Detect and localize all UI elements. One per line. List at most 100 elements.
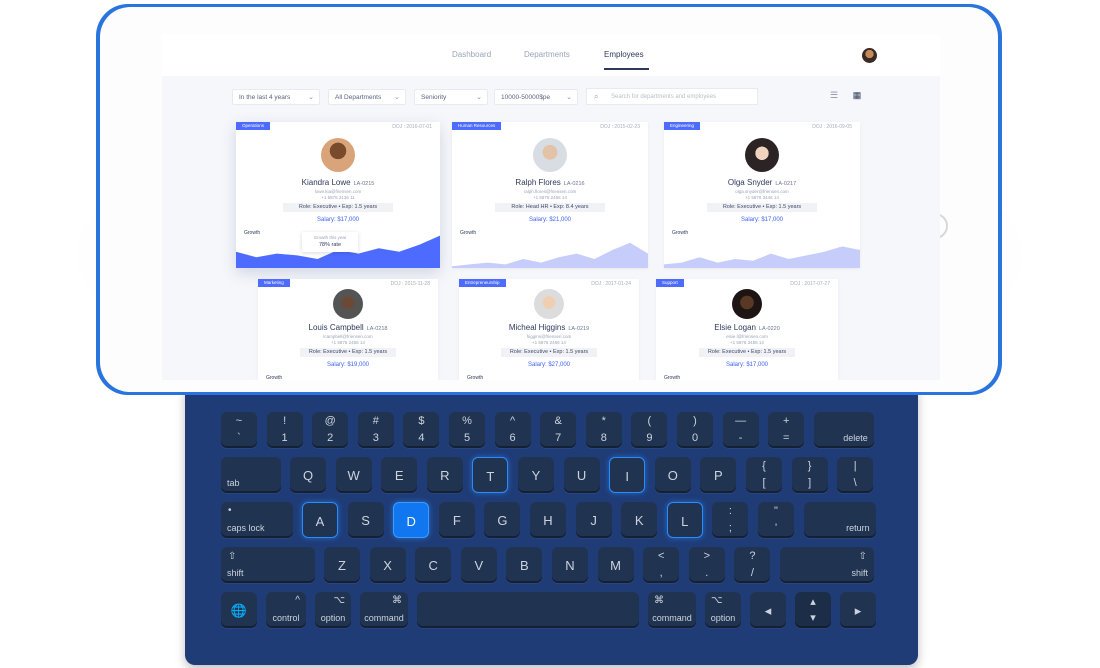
nav-departments[interactable]: Departments [524,50,570,59]
period-filter[interactable]: In the last 4 years ⌄ [232,89,320,105]
key-4[interactable]: $4 [403,412,440,448]
employee-phone: +1 5876 2456 14 [533,195,567,200]
seniority-filter[interactable]: Seniority ⌄ [414,89,488,105]
employee-card[interactable]: Entrepreneurship DOJ : 2017-01-24 Micheal … [459,279,639,380]
employee-photo [533,138,567,172]
key-b[interactable]: B [506,547,543,583]
search-input[interactable]: ⌕ Search for departments and employees [586,88,758,105]
key-punct[interactable]: :; [712,502,749,538]
key-g[interactable]: G [484,502,521,538]
key-3[interactable]: #3 [357,412,394,448]
key-1[interactable]: ! 1 [266,412,303,448]
key-char: U [576,468,587,483]
key-j[interactable]: J [575,502,612,538]
employee-role: Role: Executive • Exp: 1.5 years [300,348,396,357]
key-9[interactable]: (9 [631,412,668,448]
key-punct[interactable]: " ' [758,502,794,538]
key-punct[interactable]: ? / [734,547,771,583]
control-key[interactable]: ^ control [266,592,306,628]
key-d[interactable]: D [393,502,430,538]
arrow-updown-key[interactable]: ▴ ▾ [795,592,831,628]
globe-key[interactable]: 🌐 [221,592,257,628]
list-view-icon[interactable]: ☰ [827,88,841,102]
key-x[interactable]: X [369,547,406,583]
employee-card[interactable]: Marketing DOJ : 2015-11-28 Louis Campbell L… [258,279,438,380]
key-o[interactable]: O [654,457,691,493]
nav-dashboard[interactable]: Dashboard [452,50,491,59]
left-shift-key[interactable]: ⇧ shift [221,547,315,583]
key-punct[interactable]: >. [688,547,725,583]
command-icon: ⌘ [392,595,402,606]
key-c[interactable]: C [415,547,452,583]
grid-view-icon[interactable]: ▦ [850,88,864,102]
key-char: H [543,513,553,528]
key-=[interactable]: + = [768,412,805,448]
spacebar[interactable] [417,592,639,628]
employee-name: Olga Snyder LA-0217 [727,178,797,187]
key-w[interactable]: W [335,457,372,493]
key-t[interactable]: T [472,457,509,493]
key-e[interactable]: E [381,457,418,493]
key-m[interactable]: M [597,547,634,583]
key-2[interactable]: @2 [312,412,349,448]
key-v[interactable]: V [460,547,497,583]
key-f[interactable]: F [438,502,475,538]
tab-key[interactable]: tab [221,457,281,493]
key-0[interactable]: ) 0 [677,412,713,448]
employee-id: LA-0219 [568,326,590,332]
key-a[interactable]: A [302,502,338,538]
key-r[interactable]: R [426,457,463,493]
chevron-down-icon: ⌄ [394,94,400,101]
key-label: shift [851,568,868,578]
key-char: Z [338,558,346,573]
key-char: M [610,558,622,573]
key-i[interactable]: I [609,457,646,493]
department-filter[interactable]: All Departments ⌄ [328,89,406,105]
key-k[interactable]: K [621,502,658,538]
department-badge: Marketing [258,279,290,287]
key-char: 5 [463,432,471,444]
right-shift-key[interactable]: ⇧ shift [780,547,874,583]
caps-lock-key[interactable]: • caps lock [221,502,293,538]
command-key-right[interactable]: ⌘ command [648,592,696,628]
key-bracket[interactable]: {[ [746,457,782,493]
key-h[interactable]: H [530,502,566,538]
command-key-left[interactable]: ⌘ command [360,592,408,628]
key-label: tab [227,478,240,488]
key-u[interactable]: U [563,457,600,493]
key-7[interactable]: & 7 [540,412,577,448]
employee-card[interactable]: Engineering DOJ : 2016-09-05 Olga Snyder LA… [664,122,860,268]
key-s[interactable]: S [347,502,384,538]
delete-key[interactable]: delete [813,412,874,448]
key-6[interactable]: ^ 6 [494,412,531,448]
arrow-right-key[interactable]: ▸ [840,592,876,628]
key-8[interactable]: * 8 [585,412,622,448]
option-key-left[interactable]: ⌥ option [315,592,351,628]
nav-employees[interactable]: Employees [604,50,644,59]
user-avatar[interactable] [862,48,877,63]
department-badge: Support [656,279,684,287]
key-bracket[interactable]: | \ [837,457,874,493]
key-bracket[interactable]: }] [791,457,828,493]
key-q[interactable]: Q [290,457,326,493]
option-key-right[interactable]: ⌥ option [705,592,741,628]
arrow-left-key[interactable]: ◂ [750,592,786,628]
return-key[interactable]: return [803,502,876,538]
key-5[interactable]: % 5 [449,412,485,448]
search-icon: ⌕ [594,92,599,101]
growth-area [664,246,860,268]
department-badge: Operations [236,122,271,130]
employee-card[interactable]: Support DOJ : 2017-07-27 Elsie Logan LA-022… [656,279,838,380]
salary-filter[interactable]: 10000-50000$pe ⌄ [494,89,578,105]
employee-phone: +1 5876 2456 14 [331,340,365,345]
key-n[interactable]: N [552,547,588,583]
employee-card[interactable]: Operations DOJ : 2016-07-01 Kiandra Lowe LA… [236,122,440,268]
key--[interactable]: — - [722,412,759,448]
key-z[interactable]: Z [324,547,360,583]
key-p[interactable]: P [700,457,737,493]
key-punct[interactable]: <, [643,547,680,583]
employee-card[interactable]: Human Resources DOJ : 2015-02-23 Ralph Flo… [452,122,648,268]
key-`[interactable]: ~ ` [221,412,257,448]
key-y[interactable]: Y [518,457,554,493]
key-l[interactable]: L [666,502,703,538]
